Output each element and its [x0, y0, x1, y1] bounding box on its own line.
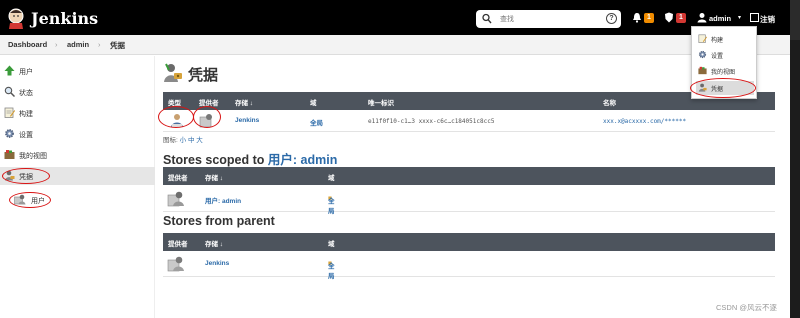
watermark: CSDN @风云不逐 — [716, 303, 777, 312]
breadcrumb-dashboard[interactable]: Dashboard — [8, 40, 47, 49]
column-header-provider[interactable]: 提供者 — [168, 172, 188, 182]
scoped-title-prefix: Stores scoped to — [163, 153, 265, 167]
column-header-domain[interactable]: 域 — [310, 97, 317, 107]
chevron-down-icon[interactable]: ▾ — [738, 14, 741, 21]
column-header-domain[interactable]: 域 — [328, 172, 335, 182]
menu-item-builds[interactable]: 构建 — [696, 32, 754, 46]
bell-icon[interactable] — [632, 12, 642, 23]
annotation-circle — [158, 106, 194, 128]
annotation-circle — [2, 168, 50, 184]
breadcrumb-admin[interactable]: admin — [67, 40, 89, 49]
store-link[interactable]: Jenkins — [235, 117, 259, 124]
column-header-name[interactable]: 名称 — [603, 97, 616, 107]
annotation-circle — [690, 78, 756, 98]
sidebar-item-my-views[interactable]: 我的视图 — [0, 146, 155, 164]
background-window-edge-dark — [790, 40, 800, 318]
annotation-circle — [193, 106, 221, 128]
store-link[interactable]: Jenkins — [205, 260, 229, 267]
icon-size-small[interactable]: 小 — [180, 137, 187, 144]
credential-id: e11f0f10-c1…3 xxxx-c6c…c184051c8cc5 — [368, 118, 495, 125]
parent-table-header: 提供者 存储 ↓ 域 — [163, 233, 775, 251]
domain-label: 全局 — [328, 198, 335, 215]
help-icon[interactable]: ? — [606, 13, 617, 24]
breadcrumb-separator: › — [98, 40, 101, 49]
icon-size-medium[interactable]: 中 — [188, 137, 195, 144]
store-link[interactable]: 用户: admin — [205, 195, 241, 205]
icon-size-label: 图标: — [163, 137, 178, 144]
annotation-circle — [9, 192, 51, 208]
user-menu-button[interactable]: admin — [709, 14, 731, 23]
breadcrumb-credentials[interactable]: 凭据 — [110, 40, 125, 51]
credentials-table-header: 类型 提供者 存储 ↓ 域 唯一标识 名称 — [163, 92, 775, 110]
icon-size-large[interactable]: 大 — [196, 137, 203, 144]
search-icon — [4, 86, 15, 97]
sidebar-item-people[interactable]: 用户 — [0, 62, 155, 80]
shield-icon[interactable] — [664, 12, 674, 23]
jenkins-logo-icon[interactable] — [6, 7, 26, 29]
table-row[interactable]: Jenkins 全局 e11f0f10-c1…3 xxxx-c6c…c18405… — [163, 110, 775, 132]
icon-size-selector: 图标: 小 中 大 — [163, 134, 203, 144]
domain-label: 全局 — [328, 263, 335, 280]
search-box[interactable]: 查找 ? — [476, 10, 621, 28]
column-header-provider[interactable]: 提供者 — [168, 238, 188, 248]
breadcrumb-separator: › — [55, 40, 58, 49]
sidebar-item-settings[interactable]: 设置 — [0, 125, 155, 143]
sidebar-item-builds[interactable]: 构建 — [0, 104, 155, 122]
column-header-store[interactable]: 存储 ↓ — [205, 172, 223, 182]
notifications-badge[interactable]: 1 — [644, 13, 654, 23]
column-header-store[interactable]: 存储 ↓ — [235, 97, 253, 107]
up-arrow-icon — [4, 65, 15, 76]
domain-link[interactable]: 全局 — [310, 117, 323, 127]
menu-item-label: 我的视图 — [711, 70, 736, 76]
top-header: Jenkins 查找 ? 1 1 admin ▾ 注销 — [0, 0, 790, 35]
folder-icon — [4, 150, 15, 159]
column-header-store[interactable]: 存储 ↓ — [205, 238, 223, 248]
logout-icon[interactable] — [750, 13, 759, 22]
scoped-title-user-link[interactable]: 用户: admin — [268, 153, 337, 167]
credential-name-link[interactable]: xxx.x@acxxxx.com/****** — [603, 118, 686, 125]
column-header-domain[interactable]: 域 — [328, 238, 335, 248]
gear-icon — [698, 50, 707, 59]
breadcrumb: Dashboard › admin › 凭据 — [0, 35, 790, 55]
sidebar-item-label: 设置 — [19, 132, 33, 139]
search-icon — [482, 13, 492, 24]
system-store-icon — [167, 256, 184, 272]
parent-stores-title: Stores from parent — [163, 214, 275, 228]
table-row[interactable]: 用户: admin ■ 全局 — [163, 186, 775, 215]
search-input[interactable]: 查找 — [500, 14, 514, 24]
folder-icon — [698, 66, 707, 75]
sidebar-item-label: 用户 — [19, 69, 33, 76]
scoped-stores-title: Stores scoped to 用户: admin — [163, 149, 337, 168]
sidebar: 用户 状态 构建 设置 我的视图 凭据 — [0, 56, 155, 318]
brand-title[interactable]: Jenkins — [31, 9, 98, 28]
scoped-table-header: 提供者 存储 ↓ 域 — [163, 167, 775, 185]
menu-item-settings[interactable]: 设置 — [696, 48, 754, 62]
column-header-id[interactable]: 唯一标识 — [368, 97, 394, 107]
sidebar-item-status[interactable]: 状态 — [0, 83, 155, 101]
menu-item-label: 设置 — [711, 54, 724, 60]
menu-item-label: 构建 — [711, 38, 724, 44]
gear-icon — [5, 129, 14, 138]
notepad-icon — [4, 107, 15, 118]
page-title: 凭据 — [188, 67, 219, 84]
user-store-icon — [167, 191, 184, 207]
sidebar-item-label: 状态 — [19, 90, 33, 97]
credentials-page-icon — [164, 63, 182, 82]
security-badge[interactable]: 1 — [676, 13, 686, 23]
user-icon[interactable] — [697, 12, 707, 23]
logout-link[interactable]: 注销 — [760, 14, 775, 25]
sidebar-item-label: 构建 — [19, 111, 33, 118]
notepad-icon — [698, 34, 707, 43]
table-row[interactable]: Jenkins ■ 全局 — [163, 251, 775, 280]
menu-item-my-views[interactable]: 我的视图 — [696, 64, 754, 78]
sidebar-item-label: 我的视图 — [19, 153, 47, 160]
